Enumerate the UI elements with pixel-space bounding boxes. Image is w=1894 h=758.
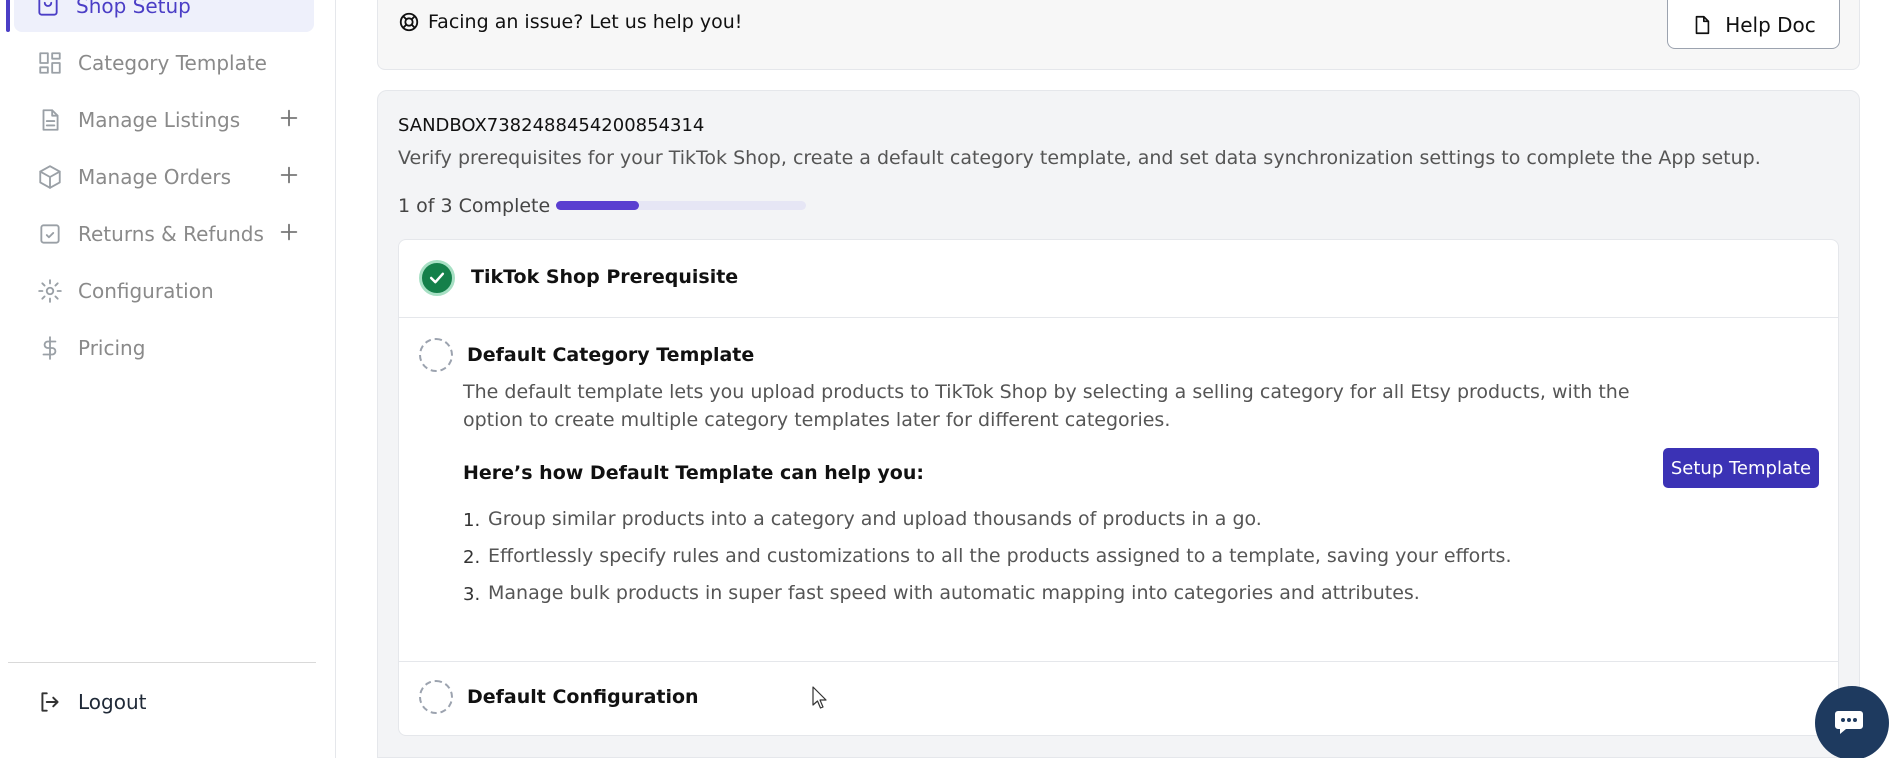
step-title: TikTok Shop Prerequisite — [471, 266, 739, 288]
shop-icon — [34, 0, 62, 20]
help-doc-label: Help Doc — [1725, 13, 1816, 37]
step-tiktok-prerequisite[interactable]: TikTok Shop Prerequisite — [399, 240, 1838, 318]
sidebar-item-label: Shop Setup — [76, 0, 191, 18]
step-title: Default Configuration — [467, 686, 699, 708]
listings-icon — [36, 106, 64, 134]
setup-template-button[interactable]: Setup Template — [1663, 448, 1819, 488]
logout-icon — [36, 688, 64, 716]
progress-bar — [556, 201, 806, 210]
pending-circle-icon — [419, 680, 453, 714]
help-message: Facing an issue? Let us help you! — [398, 11, 742, 33]
returns-icon — [36, 220, 64, 248]
plus-icon[interactable] — [278, 221, 302, 245]
benefits-heading: Here’s how Default Template can help you… — [463, 462, 924, 484]
sidebar-item-label: Returns & Refunds — [78, 222, 264, 246]
step-default-category-template: Default Category Template The default te… — [399, 318, 1838, 662]
chat-widget-button[interactable] — [1815, 686, 1889, 758]
logout-label: Logout — [78, 690, 147, 714]
step-description: The default template lets you upload pro… — [463, 381, 1630, 431]
sidebar-item-label: Configuration — [78, 279, 214, 303]
logout-button[interactable]: Logout — [36, 688, 146, 716]
setup-description: Verify prerequisites for your TikTok Sho… — [398, 147, 1761, 169]
sidebar-item-configuration[interactable]: Configuration — [16, 266, 316, 316]
sidebar-item-manage-orders[interactable]: Manage Orders — [16, 152, 316, 202]
orders-icon — [36, 163, 64, 191]
gear-icon — [36, 277, 64, 305]
check-icon — [419, 260, 455, 296]
sidebar-item-returns-refunds[interactable]: Returns & Refunds — [16, 209, 316, 259]
mouse-cursor-icon — [812, 686, 827, 709]
sidebar-item-label: Pricing — [78, 336, 146, 360]
dollar-icon — [36, 334, 64, 362]
step-title: Default Category Template — [467, 344, 755, 366]
shop-id: SANDBOX7382488454200854314 — [398, 115, 705, 136]
help-banner: Facing an issue? Let us help you! Help D… — [377, 0, 1860, 70]
list-item: 1. Group similar products into a category… — [463, 508, 1262, 531]
help-text: Facing an issue? Let us help you! — [428, 11, 743, 33]
list-item: 2. Effortlessly specify rules and customi… — [463, 545, 1512, 568]
sidebar-item-label: Category Template — [78, 51, 267, 75]
sidebar-item-shop-setup[interactable]: Shop Setup — [6, 0, 314, 32]
sidebar-item-label: Manage Listings — [78, 108, 241, 132]
plus-icon[interactable] — [278, 164, 302, 188]
sidebar-item-pricing[interactable]: Pricing — [16, 323, 316, 373]
benefits-list: 1. Group similar products into a category… — [463, 508, 1512, 619]
sidebar: Shop Setup Category Template Manage List… — [0, 0, 336, 758]
template-icon — [36, 49, 64, 77]
progress-label: 1 of 3 Complete — [398, 195, 551, 217]
chat-icon — [1835, 711, 1863, 734]
sidebar-item-category-template[interactable]: Category Template — [16, 38, 316, 88]
plus-icon[interactable] — [278, 107, 302, 131]
step-default-configuration[interactable]: Default Configuration — [399, 662, 1838, 737]
help-doc-button[interactable]: Help Doc — [1667, 0, 1840, 49]
setup-steps: TikTok Shop Prerequisite Default Categor… — [398, 239, 1839, 736]
sidebar-divider — [8, 662, 316, 663]
pending-circle-icon — [419, 338, 453, 372]
setup-card: SANDBOX7382488454200854314 Verify prereq… — [377, 90, 1860, 758]
sidebar-item-manage-listings[interactable]: Manage Listings — [16, 95, 316, 145]
progress-fill — [556, 201, 640, 210]
sidebar-item-label: Manage Orders — [78, 165, 232, 189]
document-icon — [1695, 15, 1710, 35]
list-item: 3. Manage bulk products in super fast spe… — [463, 582, 1420, 605]
lifebuoy-icon — [399, 12, 419, 32]
